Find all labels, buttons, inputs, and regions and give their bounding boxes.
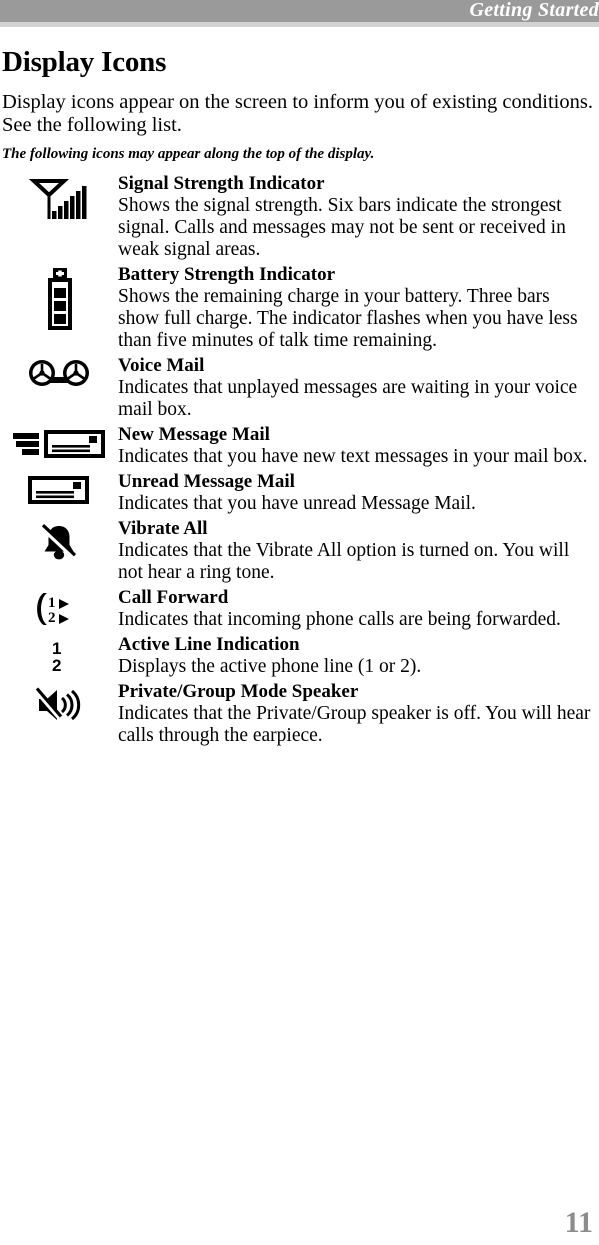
text-cell: Voice Mail Indicates that unplayed messa… xyxy=(118,355,599,421)
entry-title: Voice Mail xyxy=(118,355,205,376)
entry-description: Indicates that the Vibrate All option is… xyxy=(118,540,570,583)
list-item: 1 2 Call Forward Indicates that incoming… xyxy=(0,587,599,631)
icon-cell xyxy=(0,355,118,391)
page-content: Display Icons Display icons appear on th… xyxy=(0,27,599,750)
entry-description: Indicates that you have unread Message M… xyxy=(118,493,476,514)
icon-cell: 1 2 xyxy=(0,634,118,676)
list-item: Voice Mail Indicates that unplayed messa… xyxy=(0,355,599,421)
text-cell: Unread Message Mail Indicates that you h… xyxy=(118,471,599,515)
private-group-speaker-icon xyxy=(35,687,81,721)
text-cell: Active Line Indication Displays the acti… xyxy=(118,634,599,678)
list-item: 1 2 Active Line Indication Displays the … xyxy=(0,634,599,678)
page-number: 11 xyxy=(564,1206,593,1239)
entry-title: Call Forward xyxy=(118,587,229,608)
icon-cell xyxy=(0,264,118,330)
unread-message-mail-icon xyxy=(28,476,89,504)
entry-title: Active Line Indication xyxy=(118,634,300,655)
intro-paragraph: Display icons appear on the screen to in… xyxy=(2,91,593,136)
call-forward-line1-label: 1 xyxy=(48,595,56,611)
entry-title: New Message Mail xyxy=(118,424,270,445)
text-cell: Vibrate All Indicates that the Vibrate A… xyxy=(118,518,599,584)
running-header-title: Getting Started xyxy=(469,0,599,21)
entry-title: Battery Strength Indicator xyxy=(118,264,336,285)
entry-title: Private/Group Mode Speaker xyxy=(118,681,359,702)
entry-description: Shows the remaining charge in your batte… xyxy=(118,286,578,351)
text-cell: Signal Strength Indicator Shows the sign… xyxy=(118,173,599,261)
list-item: Signal Strength Indicator Shows the sign… xyxy=(0,173,599,261)
entry-description: Displays the active phone line (1 or 2). xyxy=(118,656,422,677)
entry-description: Shows the signal strength. Six bars indi… xyxy=(118,195,566,260)
icon-cell: 1 2 xyxy=(0,587,118,627)
signal-strength-icon xyxy=(29,179,87,219)
list-item: New Message Mail Indicates that you have… xyxy=(0,424,599,468)
call-forward-icon: 1 2 xyxy=(37,593,69,626)
list-item: Private/Group Mode Speaker Indicates tha… xyxy=(0,681,599,747)
icon-cell xyxy=(0,518,118,562)
active-line-2-label: 2 xyxy=(52,656,61,675)
call-forward-line2-label: 2 xyxy=(48,610,56,626)
vibrate-all-icon xyxy=(41,524,77,561)
text-cell: Call Forward Indicates that incoming pho… xyxy=(118,587,599,631)
entry-title: Signal Strength Indicator xyxy=(118,173,325,194)
new-message-mail-icon xyxy=(13,430,105,458)
text-cell: Private/Group Mode Speaker Indicates tha… xyxy=(118,681,599,747)
icon-cell xyxy=(0,424,118,460)
list-item: Battery Strength Indicator Shows the rem… xyxy=(0,264,599,352)
text-cell: New Message Mail Indicates that you have… xyxy=(118,424,599,468)
active-line-icon: 1 2 xyxy=(52,639,61,675)
icon-cell xyxy=(0,681,118,725)
list-item: Vibrate All Indicates that the Vibrate A… xyxy=(0,518,599,584)
page-title: Display Icons xyxy=(2,46,167,78)
icon-cell xyxy=(0,471,118,505)
voice-mail-icon xyxy=(29,360,89,386)
text-cell: Battery Strength Indicator Shows the rem… xyxy=(118,264,599,352)
entry-description: Indicates that you have new text message… xyxy=(118,446,588,467)
list-item: Unread Message Mail Indicates that you h… xyxy=(0,471,599,515)
entry-description: Indicates that incoming phone calls are … xyxy=(118,609,561,630)
entry-title: Vibrate All xyxy=(118,518,208,539)
entry-description: Indicates that unplayed messages are wai… xyxy=(118,377,578,420)
entry-description: Indicates that the Private/Group speaker… xyxy=(118,703,591,746)
entry-title: Unread Message Mail xyxy=(118,471,295,492)
battery-strength-icon xyxy=(48,268,72,330)
display-icon-list: Signal Strength Indicator Shows the sign… xyxy=(0,173,599,747)
icon-cell xyxy=(0,173,118,225)
subintro-paragraph: The following icons may appear along the… xyxy=(2,146,375,162)
